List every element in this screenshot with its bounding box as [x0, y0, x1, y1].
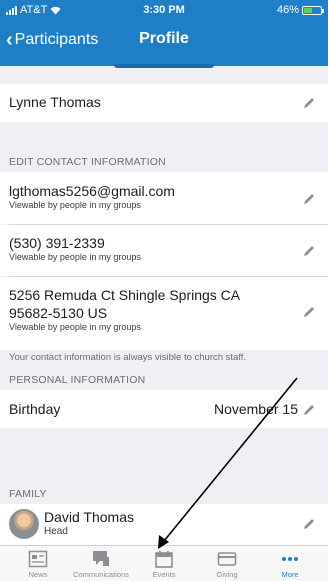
battery-icon	[302, 5, 324, 15]
battery-percent: 46%	[276, 4, 299, 16]
contact-section-header: EDIT CONTACT INFORMATION	[9, 156, 166, 168]
name-row[interactable]: Lynne Thomas	[0, 84, 328, 122]
chevron-left-icon: ‹	[6, 29, 13, 51]
edit-email-pencil-icon[interactable]	[302, 192, 316, 206]
tab-giving[interactable]: Giving	[194, 550, 260, 579]
tab-giving-label: Giving	[216, 570, 238, 579]
contact-visibility-note: Your contact information is always visib…	[9, 352, 247, 363]
calendar-icon	[155, 551, 173, 568]
phone-row[interactable]: (530) 391-2339 Viewable by people in my …	[0, 225, 328, 276]
edit-birthday-pencil-icon[interactable]	[302, 403, 316, 417]
phone-value: (530) 391-2339	[9, 235, 105, 251]
tab-more-label: More	[281, 570, 299, 579]
back-button-label: Participants	[14, 31, 99, 48]
tab-communications-label: Communications	[73, 570, 129, 579]
back-button[interactable]: ‹ Participants	[6, 30, 98, 50]
tab-events[interactable]: Events	[131, 550, 197, 579]
more-icon	[282, 557, 298, 561]
personal-section-header: PERSONAL INFORMATION	[9, 374, 146, 386]
address-visibility: Viewable by people in my groups	[9, 322, 141, 332]
tab-bar: News Communications Events Giving More	[0, 545, 328, 581]
header-tab-indicator	[114, 64, 214, 68]
phone-visibility: Viewable by people in my groups	[9, 252, 141, 262]
address-line1: 5256 Remuda Ct Shingle Springs CA	[9, 287, 241, 303]
email-value: lgthomas5256@gmail.com	[9, 183, 175, 199]
family-section-header: FAMILY	[9, 488, 47, 500]
tab-events-label: Events	[152, 570, 176, 579]
status-bar: AT&T 3:30 PM 46%	[0, 0, 328, 20]
nav-bar: ‹ Participants Profile	[0, 20, 328, 68]
tab-news[interactable]: News	[5, 550, 71, 579]
edit-family-pencil-icon[interactable]	[302, 517, 316, 531]
edit-name-pencil-icon[interactable]	[302, 96, 316, 110]
family-member-row[interactable]: David Thomas Head	[0, 504, 328, 545]
email-row[interactable]: lgthomas5256@gmail.com Viewable by peopl…	[0, 172, 328, 224]
tab-communications[interactable]: Communications	[68, 550, 134, 579]
edit-phone-pencil-icon[interactable]	[302, 244, 316, 258]
tab-more[interactable]: More	[257, 550, 323, 579]
address-row[interactable]: 5256 Remuda Ct Shingle Springs CA 95682-…	[0, 277, 328, 350]
tab-news-label: News	[28, 570, 48, 579]
communications-icon	[93, 551, 109, 566]
giving-icon	[217, 552, 237, 566]
birthday-value: November 15	[213, 401, 298, 417]
profile-name: Lynne Thomas	[9, 94, 101, 110]
email-visibility: Viewable by people in my groups	[9, 200, 141, 210]
family-member-name: David Thomas	[44, 509, 135, 525]
edit-address-pencil-icon[interactable]	[302, 305, 316, 319]
family-member-role: Head	[44, 526, 68, 537]
news-icon	[28, 550, 48, 568]
address-line2: 95682-5130 US	[9, 305, 108, 321]
avatar	[9, 509, 39, 539]
